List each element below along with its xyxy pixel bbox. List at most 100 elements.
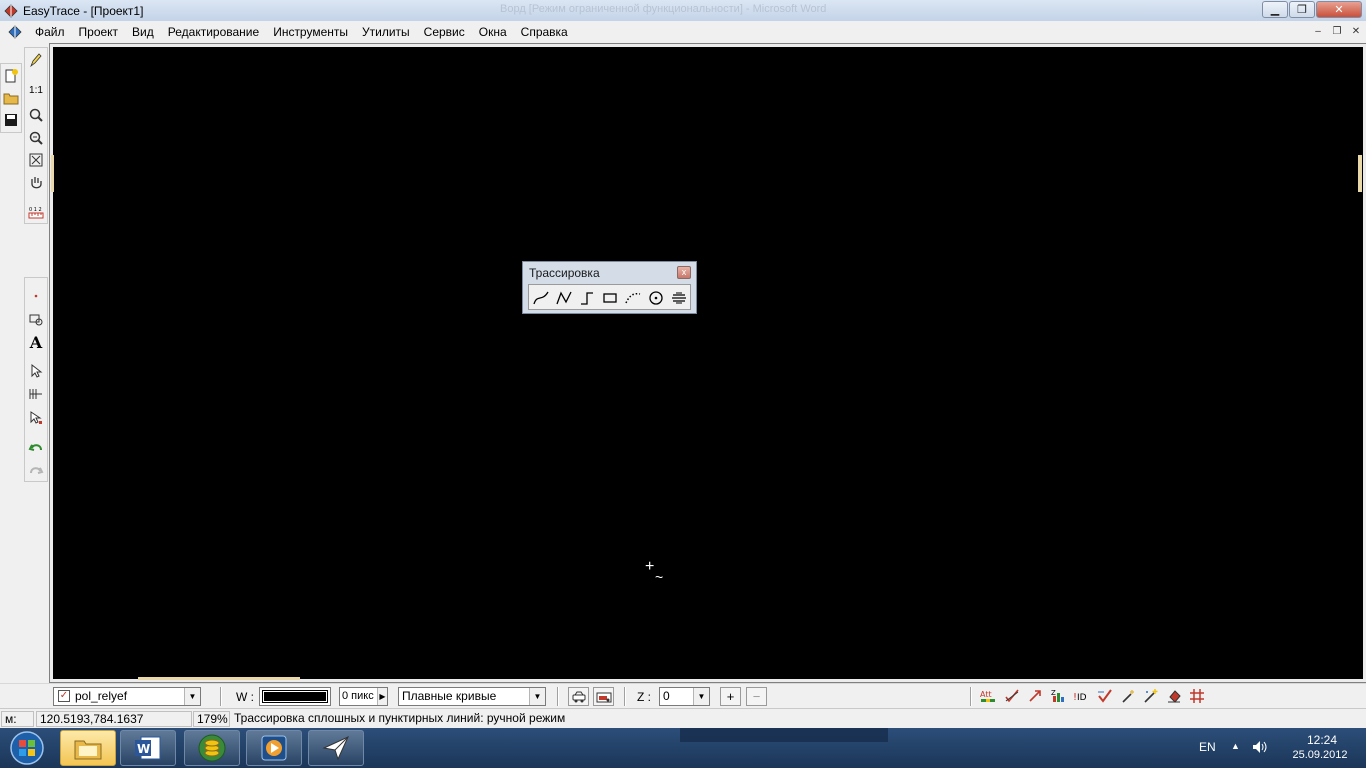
windows-logo-icon [10,731,44,765]
circle-icon[interactable] [646,288,666,308]
maximize-button[interactable]: ❐ [1289,1,1315,18]
layer-select[interactable]: ✓ pol_relyef ▼ [53,687,201,706]
select-arrow-icon[interactable] [26,361,46,381]
curve-mode-value: Плавные кривые [402,689,497,703]
arrow-up-icon[interactable] [1025,686,1045,706]
fill-icon[interactable] [1164,686,1184,706]
layer-visible-checkbox[interactable]: ✓ [58,690,70,702]
menu-tools[interactable]: Инструменты [266,25,355,39]
zoom-extents-icon[interactable] [26,150,46,170]
view-toolbar: 1:1 0 1 2 [24,47,48,224]
separator [557,687,559,706]
status-coordinates: 120.5193,784.1637 [36,711,192,727]
document-minimize-button[interactable]: – [1310,25,1326,39]
multi-select-icon[interactable] [26,384,46,404]
z-label: Z : [637,690,651,704]
scale-one-to-one-button[interactable]: 1:1 [26,80,46,100]
palette-close-button[interactable]: x [677,266,691,279]
scroll-marker-right [1358,155,1362,192]
menu-windows[interactable]: Окна [472,25,514,39]
easytrace-app-icon [4,3,18,18]
separator [624,687,626,706]
line-width-value: 0 пикс [342,690,374,702]
crosshair-cursor-icon: + [645,558,655,575]
orthogonal-line-icon[interactable] [577,288,597,308]
zoom-icon[interactable] [26,105,46,125]
svg-text:0 1 2: 0 1 2 [29,207,42,213]
z-plus-button[interactable]: + [720,687,741,706]
rectangle-icon[interactable] [600,288,620,308]
text-tool-icon[interactable]: A [26,332,46,352]
menu-bar: Файл Проект Вид Редактирование Инструмен… [0,21,1366,42]
vehicle-icon[interactable] [568,687,589,706]
z-values-icon[interactable]: Z [1048,686,1068,706]
z-value-select[interactable]: 0 ▼ [659,687,710,706]
smooth-curve-icon[interactable] [531,288,551,308]
line-style-preview[interactable] [259,687,331,706]
validate-icon[interactable] [1095,686,1115,706]
document-restore-button[interactable]: ❐ [1329,25,1345,39]
line-width-field[interactable]: 0 пикс ▶ [339,687,388,706]
undo-icon[interactable] [26,436,46,456]
window-title: EasyTrace - [Проект1] [23,3,144,18]
grid-icon[interactable] [1187,686,1207,706]
word-icon[interactable]: W [120,730,176,766]
magic-wand-icon[interactable] [1118,686,1138,706]
zoom-out-icon[interactable] [26,128,46,148]
attributes-icon[interactable]: Att [978,686,998,706]
status-message: Трассировка сплошных и пунктирных линий:… [234,711,566,725]
coins-icon[interactable] [184,730,240,766]
document-close-button[interactable]: ✕ [1348,25,1364,39]
ruler-icon[interactable]: 0 1 2 [26,202,46,222]
select-node-icon[interactable] [26,408,46,428]
tray-expand-icon[interactable]: ▲ [1231,741,1240,751]
menu-project[interactable]: Проект [72,25,126,39]
curve-mode-select[interactable]: Плавные кривые ▼ [398,687,546,706]
chevron-right-icon[interactable]: ▶ [377,688,387,705]
taskbar-preview-ghost [680,728,888,742]
shape-insert-icon[interactable] [26,309,46,329]
volume-icon[interactable] [1251,738,1269,756]
svg-text:Att: Att [980,690,992,699]
file-explorer-icon[interactable] [60,730,116,766]
menu-utilities[interactable]: Утилиты [355,25,417,39]
pan-hand-icon[interactable] [26,173,46,193]
open-folder-icon[interactable] [1,88,21,108]
chevron-down-icon[interactable]: ▼ [529,688,545,705]
wand-star-icon[interactable] [1141,686,1161,706]
menu-service[interactable]: Сервис [417,25,472,39]
chevron-down-icon[interactable]: ▼ [184,688,200,705]
easytrace-icon[interactable] [308,730,364,766]
point-icon[interactable] [26,286,46,306]
z-value: 0 [663,689,670,703]
menu-edit[interactable]: Редактирование [161,25,266,39]
document-icon[interactable] [8,24,22,39]
clock-time[interactable]: 12:24 [1297,733,1347,747]
menu-file[interactable]: Файл [28,25,72,39]
new-file-icon[interactable] [1,66,21,86]
title-bar: EasyTrace - [Проект1] Ворд [Режим ограни… [0,0,1366,21]
minimize-button[interactable]: ▁ [1262,1,1288,18]
vehicle-config-icon[interactable] [593,687,614,706]
hatch-icon[interactable] [669,288,689,308]
check-lines-icon[interactable] [1002,686,1022,706]
dotted-curve-icon[interactable] [623,288,643,308]
save-icon[interactable] [1,110,21,130]
chevron-down-icon[interactable]: ▼ [693,688,709,705]
media-icon[interactable] [246,730,302,766]
menu-help[interactable]: Справка [514,25,575,39]
width-label: W : [236,690,254,704]
redo-icon[interactable] [26,459,46,479]
close-button[interactable]: ✕ [1316,1,1362,18]
id-icon[interactable]: ! ID [1071,686,1093,706]
menu-view[interactable]: Вид [125,25,161,39]
pencil-icon[interactable] [26,51,46,71]
drawing-canvas[interactable]: + ~ [49,43,1366,683]
start-button[interactable] [2,729,52,767]
z-minus-button[interactable]: − [746,687,767,706]
svg-text:W: W [137,742,150,756]
language-indicator[interactable]: EN [1199,740,1216,754]
status-bar: м: 120.5193,784.1637 179% Трассировка сп… [0,708,1366,728]
polyline-icon[interactable] [554,288,574,308]
clock-date[interactable]: 25.09.2012 [1282,749,1358,761]
